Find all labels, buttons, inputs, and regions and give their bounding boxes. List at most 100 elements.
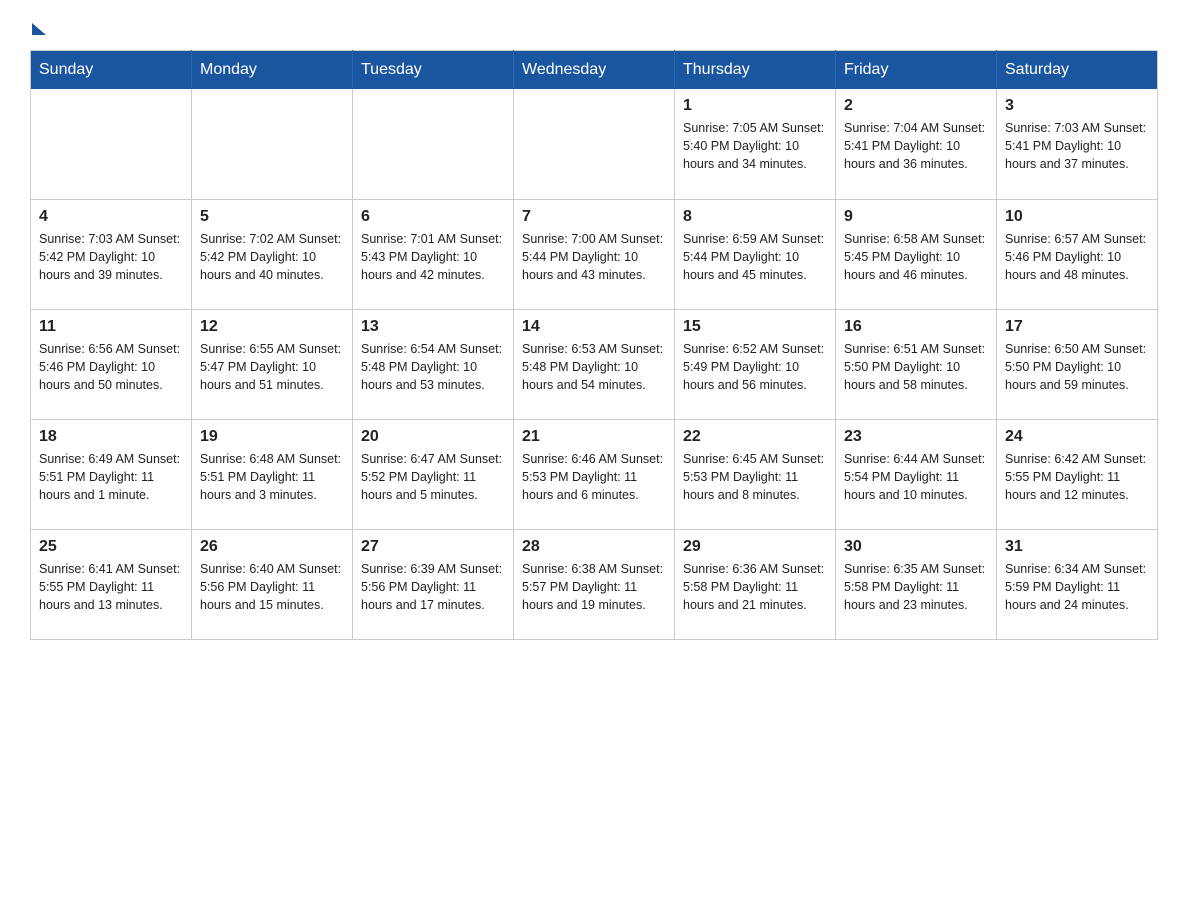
calendar-cell: 4 Sunrise: 7:03 AM Sunset: 5:42 PM Daylig… <box>31 199 192 309</box>
calendar-cell: 26 Sunrise: 6:40 AM Sunset: 5:56 PM Dayli… <box>192 529 353 639</box>
day-number: 20 <box>361 428 505 446</box>
day-info: Sunrise: 6:34 AM Sunset: 5:59 PM Dayligh… <box>1005 560 1149 614</box>
calendar-cell: 2 Sunrise: 7:04 AM Sunset: 5:41 PM Daylig… <box>836 89 997 199</box>
day-number: 13 <box>361 318 505 336</box>
day-number: 4 <box>39 208 183 226</box>
day-info: Sunrise: 7:00 AM Sunset: 5:44 PM Dayligh… <box>522 230 666 284</box>
day-number: 23 <box>844 428 988 446</box>
calendar-cell: 23 Sunrise: 6:44 AM Sunset: 5:54 PM Dayli… <box>836 419 997 529</box>
calendar-cell: 11 Sunrise: 6:56 AM Sunset: 5:46 PM Dayli… <box>31 309 192 419</box>
calendar-cell: 9 Sunrise: 6:58 AM Sunset: 5:45 PM Daylig… <box>836 199 997 309</box>
calendar-cell: 18 Sunrise: 6:49 AM Sunset: 5:51 PM Dayli… <box>31 419 192 529</box>
day-info: Sunrise: 6:38 AM Sunset: 5:57 PM Dayligh… <box>522 560 666 614</box>
calendar-cell: 10Sunrise: 6:57 AM Sunset: 5:46 PM Dayli… <box>997 199 1158 309</box>
day-info: Sunrise: 6:45 AM Sunset: 5:53 PM Dayligh… <box>683 450 827 504</box>
day-info: Sunrise: 7:03 AM Sunset: 5:41 PM Dayligh… <box>1005 119 1149 173</box>
calendar-week-row: 18 Sunrise: 6:49 AM Sunset: 5:51 PM Dayli… <box>31 419 1158 529</box>
day-info: Sunrise: 6:39 AM Sunset: 5:56 PM Dayligh… <box>361 560 505 614</box>
calendar-header-monday: Monday <box>192 51 353 90</box>
day-number: 27 <box>361 538 505 556</box>
day-number: 14 <box>522 318 666 336</box>
calendar-cell: 1 Sunrise: 7:05 AM Sunset: 5:40 PM Daylig… <box>675 89 836 199</box>
day-number: 2 <box>844 97 988 115</box>
day-info: Sunrise: 6:57 AM Sunset: 5:46 PM Dayligh… <box>1005 230 1149 284</box>
calendar-header-saturday: Saturday <box>997 51 1158 90</box>
day-number: 15 <box>683 318 827 336</box>
day-number: 11 <box>39 318 183 336</box>
calendar-cell: 31 Sunrise: 6:34 AM Sunset: 5:59 PM Dayli… <box>997 529 1158 639</box>
calendar-cell: 16Sunrise: 6:51 AM Sunset: 5:50 PM Dayli… <box>836 309 997 419</box>
day-number: 25 <box>39 538 183 556</box>
calendar-week-row: 11 Sunrise: 6:56 AM Sunset: 5:46 PM Dayli… <box>31 309 1158 419</box>
day-info: Sunrise: 6:41 AM Sunset: 5:55 PM Dayligh… <box>39 560 183 614</box>
day-number: 31 <box>1005 538 1149 556</box>
calendar-cell: 13Sunrise: 6:54 AM Sunset: 5:48 PM Dayli… <box>353 309 514 419</box>
calendar-cell: 20 Sunrise: 6:47 AM Sunset: 5:52 PM Dayli… <box>353 419 514 529</box>
day-number: 16 <box>844 318 988 336</box>
calendar-cell <box>514 89 675 199</box>
day-number: 1 <box>683 97 827 115</box>
day-info: Sunrise: 6:46 AM Sunset: 5:53 PM Dayligh… <box>522 450 666 504</box>
calendar-header-wednesday: Wednesday <box>514 51 675 90</box>
calendar-cell: 6Sunrise: 7:01 AM Sunset: 5:43 PM Daylig… <box>353 199 514 309</box>
day-number: 19 <box>200 428 344 446</box>
day-info: Sunrise: 6:50 AM Sunset: 5:50 PM Dayligh… <box>1005 340 1149 394</box>
calendar-cell: 22 Sunrise: 6:45 AM Sunset: 5:53 PM Dayli… <box>675 419 836 529</box>
day-number: 9 <box>844 208 988 226</box>
day-info: Sunrise: 6:59 AM Sunset: 5:44 PM Dayligh… <box>683 230 827 284</box>
day-number: 24 <box>1005 428 1149 446</box>
page-header <box>30 20 1158 35</box>
day-info: Sunrise: 6:52 AM Sunset: 5:49 PM Dayligh… <box>683 340 827 394</box>
day-info: Sunrise: 6:53 AM Sunset: 5:48 PM Dayligh… <box>522 340 666 394</box>
calendar-cell <box>353 89 514 199</box>
day-info: Sunrise: 7:03 AM Sunset: 5:42 PM Dayligh… <box>39 230 183 284</box>
day-number: 22 <box>683 428 827 446</box>
calendar-cell: 3Sunrise: 7:03 AM Sunset: 5:41 PM Daylig… <box>997 89 1158 199</box>
day-number: 8 <box>683 208 827 226</box>
day-number: 6 <box>361 208 505 226</box>
calendar-table: SundayMondayTuesdayWednesdayThursdayFrid… <box>30 50 1158 640</box>
day-info: Sunrise: 6:35 AM Sunset: 5:58 PM Dayligh… <box>844 560 988 614</box>
day-number: 26 <box>200 538 344 556</box>
calendar-cell: 24 Sunrise: 6:42 AM Sunset: 5:55 PM Dayli… <box>997 419 1158 529</box>
calendar-cell: 28 Sunrise: 6:38 AM Sunset: 5:57 PM Dayli… <box>514 529 675 639</box>
calendar-cell: 29Sunrise: 6:36 AM Sunset: 5:58 PM Dayli… <box>675 529 836 639</box>
calendar-week-row: 1 Sunrise: 7:05 AM Sunset: 5:40 PM Daylig… <box>31 89 1158 199</box>
day-info: Sunrise: 6:48 AM Sunset: 5:51 PM Dayligh… <box>200 450 344 504</box>
calendar-cell: 5 Sunrise: 7:02 AM Sunset: 5:42 PM Daylig… <box>192 199 353 309</box>
day-info: Sunrise: 6:42 AM Sunset: 5:55 PM Dayligh… <box>1005 450 1149 504</box>
calendar-cell: 25 Sunrise: 6:41 AM Sunset: 5:55 PM Dayli… <box>31 529 192 639</box>
day-info: Sunrise: 7:02 AM Sunset: 5:42 PM Dayligh… <box>200 230 344 284</box>
calendar-cell <box>31 89 192 199</box>
calendar-cell: 19 Sunrise: 6:48 AM Sunset: 5:51 PM Dayli… <box>192 419 353 529</box>
day-info: Sunrise: 6:40 AM Sunset: 5:56 PM Dayligh… <box>200 560 344 614</box>
calendar-header-thursday: Thursday <box>675 51 836 90</box>
calendar-cell: 14 Sunrise: 6:53 AM Sunset: 5:48 PM Dayli… <box>514 309 675 419</box>
day-info: Sunrise: 6:55 AM Sunset: 5:47 PM Dayligh… <box>200 340 344 394</box>
day-info: Sunrise: 6:56 AM Sunset: 5:46 PM Dayligh… <box>39 340 183 394</box>
calendar-cell: 27 Sunrise: 6:39 AM Sunset: 5:56 PM Dayli… <box>353 529 514 639</box>
logo <box>30 25 46 35</box>
day-number: 18 <box>39 428 183 446</box>
day-number: 21 <box>522 428 666 446</box>
calendar-header-row: SundayMondayTuesdayWednesdayThursdayFrid… <box>31 51 1158 90</box>
day-info: Sunrise: 7:04 AM Sunset: 5:41 PM Dayligh… <box>844 119 988 173</box>
day-number: 28 <box>522 538 666 556</box>
day-info: Sunrise: 6:36 AM Sunset: 5:58 PM Dayligh… <box>683 560 827 614</box>
calendar-cell: 21 Sunrise: 6:46 AM Sunset: 5:53 PM Dayli… <box>514 419 675 529</box>
calendar-cell: 12Sunrise: 6:55 AM Sunset: 5:47 PM Dayli… <box>192 309 353 419</box>
day-info: Sunrise: 7:05 AM Sunset: 5:40 PM Dayligh… <box>683 119 827 173</box>
day-info: Sunrise: 6:49 AM Sunset: 5:51 PM Dayligh… <box>39 450 183 504</box>
logo-arrow-icon <box>32 23 46 35</box>
calendar-week-row: 4 Sunrise: 7:03 AM Sunset: 5:42 PM Daylig… <box>31 199 1158 309</box>
calendar-header-tuesday: Tuesday <box>353 51 514 90</box>
day-info: Sunrise: 6:44 AM Sunset: 5:54 PM Dayligh… <box>844 450 988 504</box>
calendar-cell: 30 Sunrise: 6:35 AM Sunset: 5:58 PM Dayli… <box>836 529 997 639</box>
calendar-header-sunday: Sunday <box>31 51 192 90</box>
day-number: 7 <box>522 208 666 226</box>
calendar-cell <box>192 89 353 199</box>
day-number: 5 <box>200 208 344 226</box>
day-number: 30 <box>844 538 988 556</box>
day-info: Sunrise: 6:58 AM Sunset: 5:45 PM Dayligh… <box>844 230 988 284</box>
day-info: Sunrise: 6:47 AM Sunset: 5:52 PM Dayligh… <box>361 450 505 504</box>
